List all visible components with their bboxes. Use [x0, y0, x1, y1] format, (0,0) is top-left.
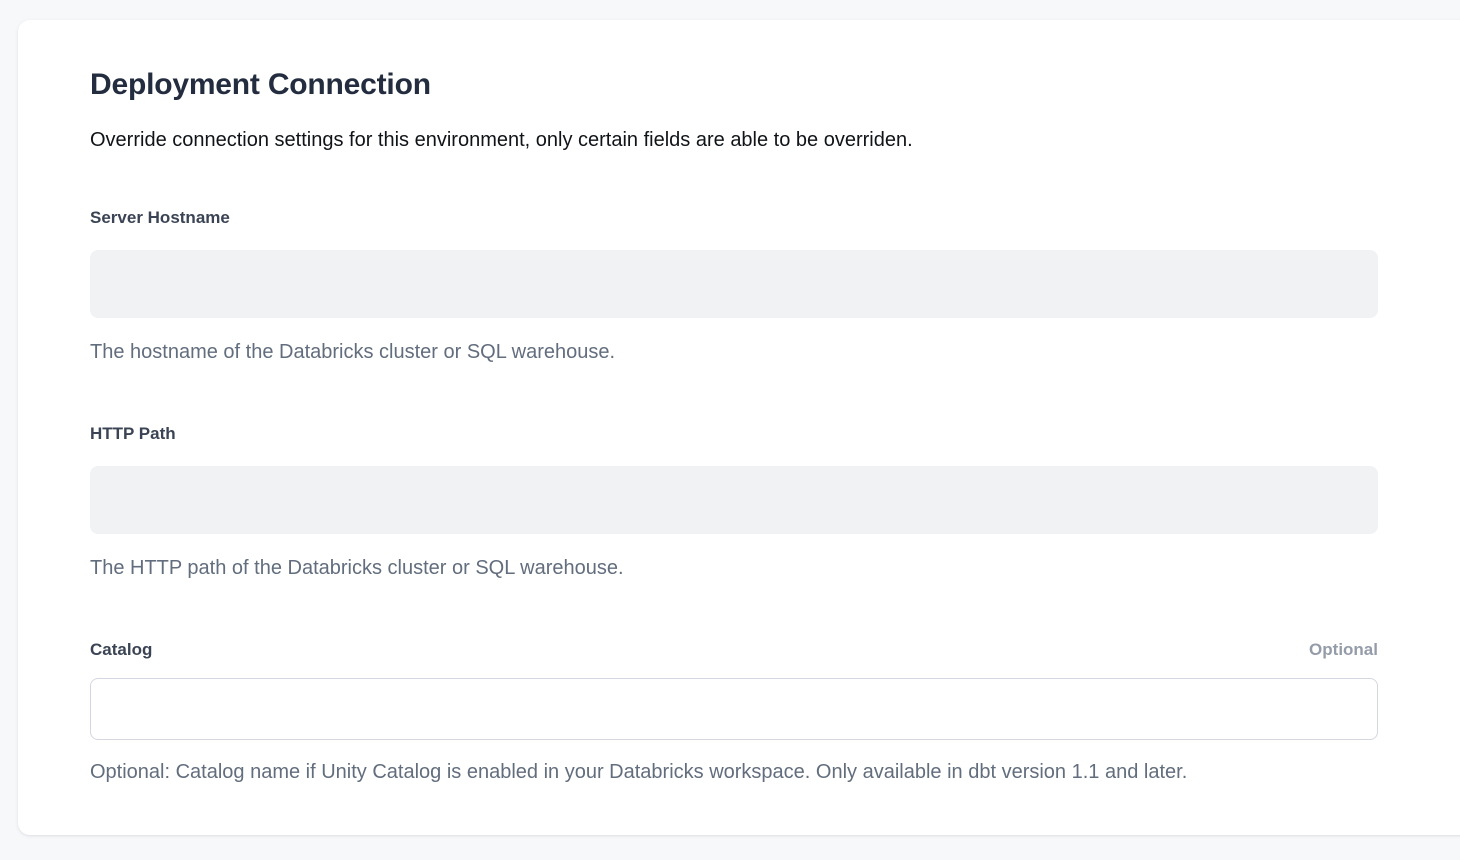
server-hostname-help: The hostname of the Databricks cluster o…: [90, 340, 1378, 364]
server-hostname-label: Server Hostname: [90, 206, 230, 230]
http-path-label: HTTP Path: [90, 422, 176, 446]
http-path-help: The HTTP path of the Databricks cluster …: [90, 556, 1378, 580]
field-catalog: Catalog Optional Optional: Catalog name …: [90, 638, 1378, 784]
server-hostname-input: [90, 250, 1378, 318]
http-path-input: [90, 466, 1378, 534]
page-subtitle: Override connection settings for this en…: [90, 126, 1378, 154]
field-http-path: HTTP Path The HTTP path of the Databrick…: [90, 422, 1378, 580]
catalog-input[interactable]: [90, 678, 1378, 740]
catalog-optional-badge: Optional: [1309, 638, 1378, 662]
deployment-connection-card: Deployment Connection Override connectio…: [18, 20, 1460, 835]
server-hostname-label-row: Server Hostname: [90, 206, 1378, 230]
catalog-label: Catalog: [90, 638, 152, 662]
catalog-label-row: Catalog Optional: [90, 638, 1378, 662]
page-title: Deployment Connection: [90, 66, 1378, 104]
http-path-label-row: HTTP Path: [90, 422, 1378, 446]
deployment-connection-form: Deployment Connection Override connectio…: [90, 20, 1378, 784]
field-server-hostname: Server Hostname The hostname of the Data…: [90, 206, 1378, 364]
catalog-help: Optional: Catalog name if Unity Catalog …: [90, 760, 1378, 784]
